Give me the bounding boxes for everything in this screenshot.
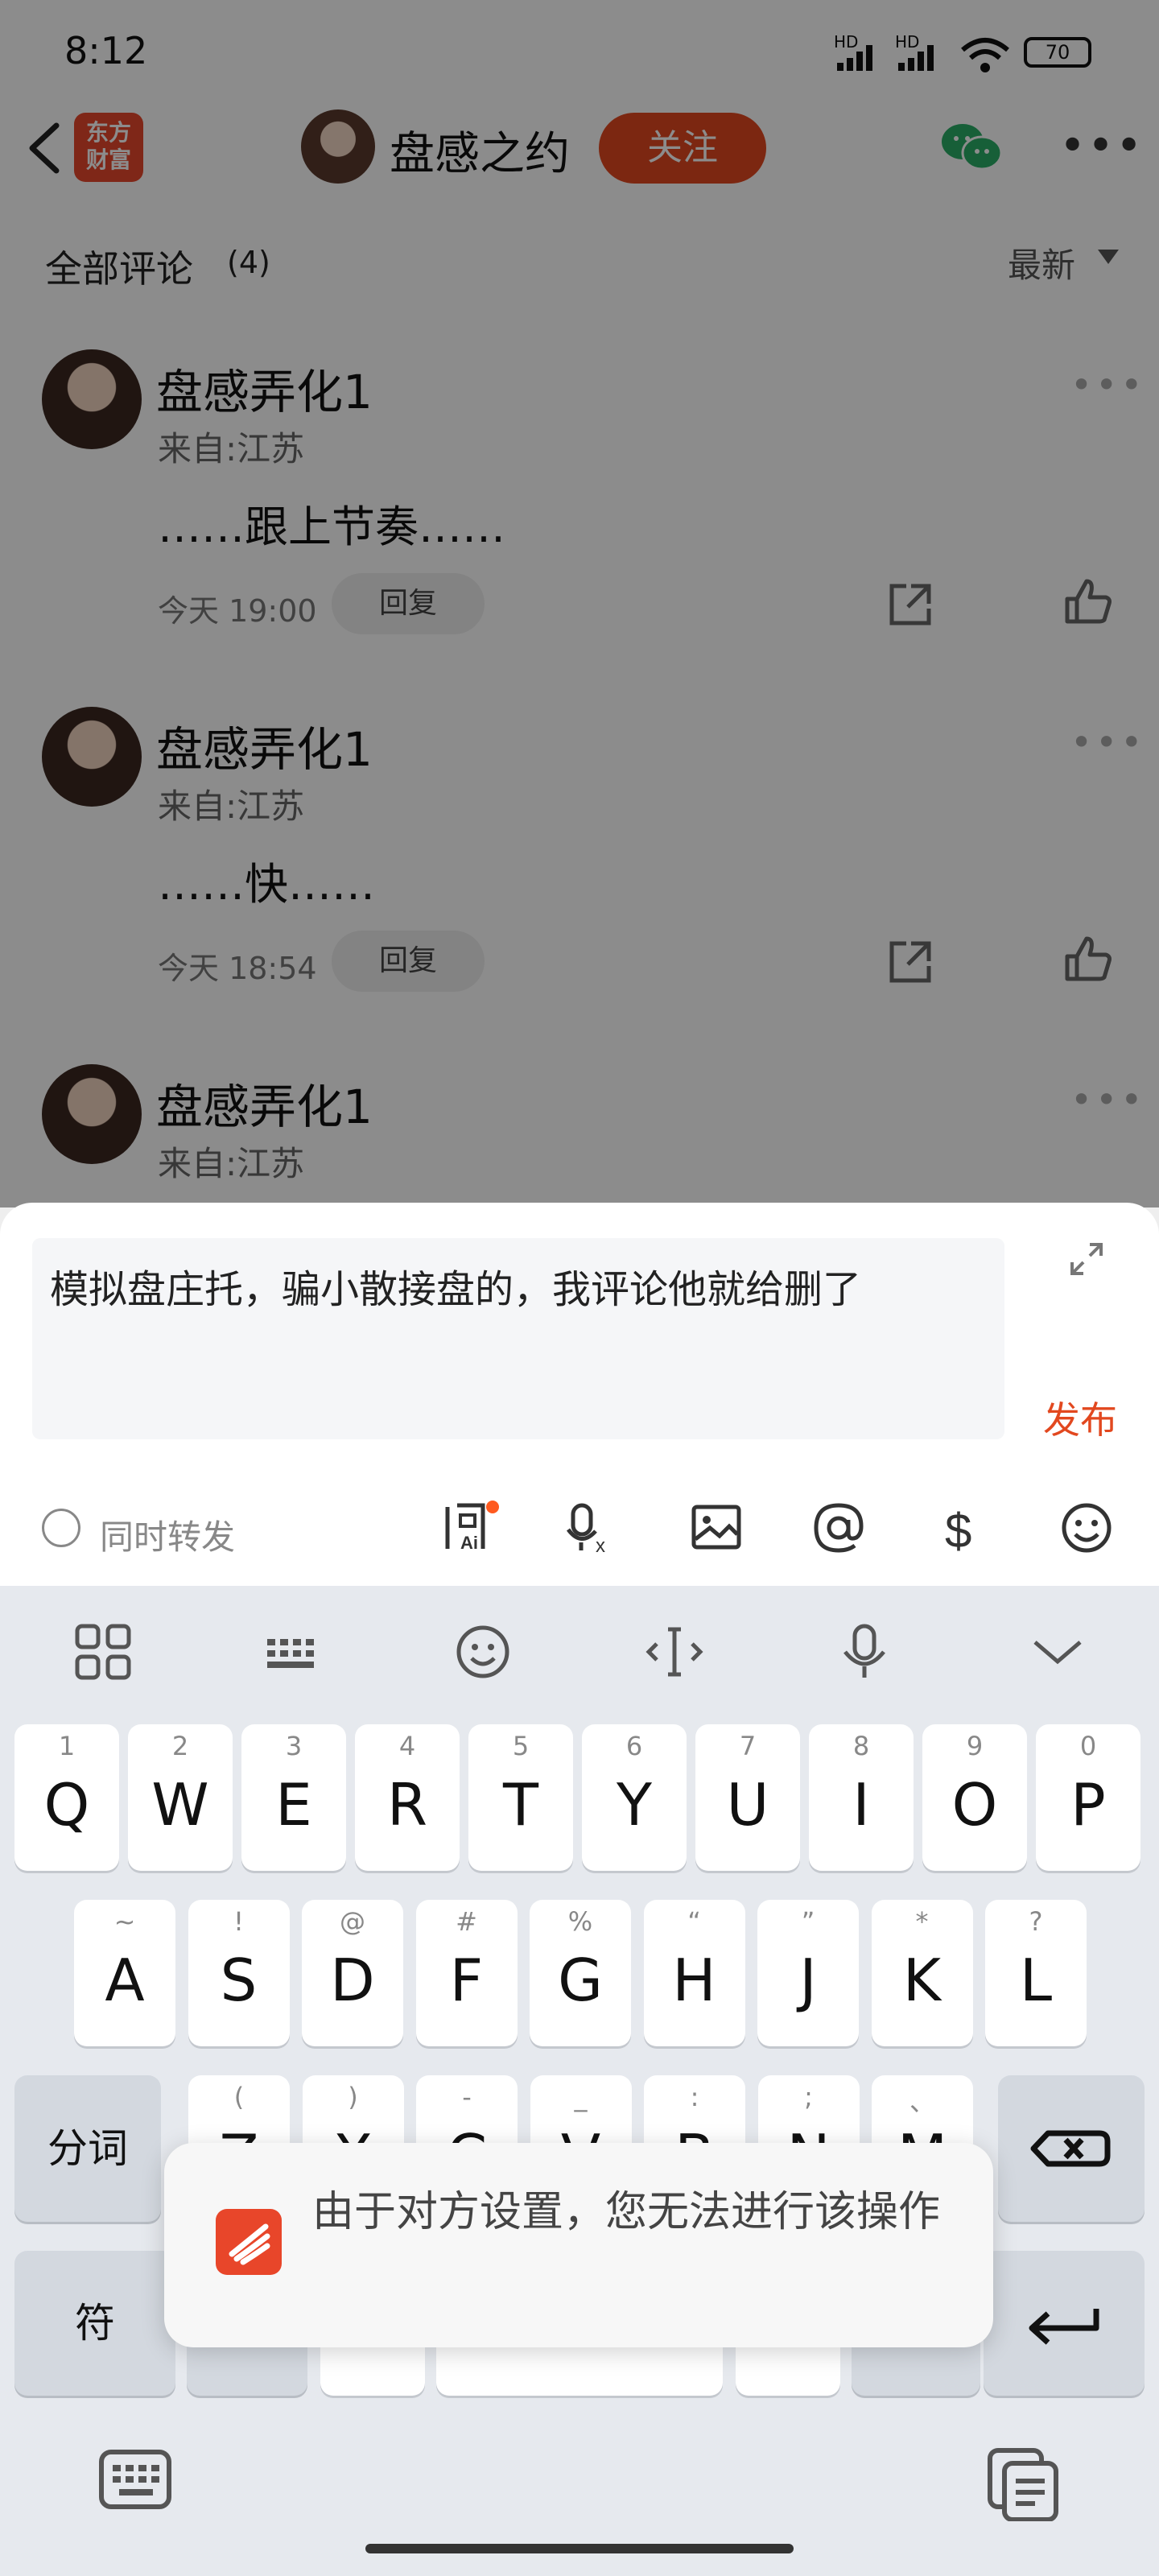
key-secondary-label: ~	[113, 1906, 136, 1937]
key-label: I	[852, 1771, 870, 1839]
key-label: D	[330, 1946, 375, 2014]
key-label: W	[151, 1771, 209, 1839]
publish-button[interactable]: 发布	[1043, 1391, 1117, 1444]
symbol-key[interactable]: 符	[14, 2251, 175, 2396]
key-secondary-label: 4	[398, 1731, 416, 1761]
key-secondary-label: %	[567, 1906, 593, 1937]
app-logo-icon	[216, 2209, 282, 2275]
at-icon[interactable]	[810, 1499, 868, 1557]
image-icon[interactable]	[687, 1499, 745, 1557]
key-s[interactable]: ! S	[188, 1900, 290, 2046]
key-label: K	[902, 1946, 942, 2014]
svg-text:Ai: Ai	[460, 1533, 478, 1553]
svg-text:x: x	[596, 1535, 605, 1557]
expand-icon[interactable]	[1067, 1240, 1106, 1278]
key-label: S	[220, 1946, 258, 2014]
home-indicator[interactable]	[365, 2544, 794, 2553]
segment-key[interactable]: 分词	[14, 2075, 161, 2222]
key-secondary-label: 6	[625, 1731, 643, 1761]
voice-to-text-icon[interactable]: x	[565, 1499, 623, 1557]
key-t[interactable]: 5T	[468, 1724, 573, 1871]
backspace-icon	[1030, 2130, 1111, 2167]
toast-message: 由于对方设置，您无法进行该操作	[312, 2188, 941, 2236]
key-f[interactable]: # F	[415, 1900, 518, 2046]
key-secondary-label: )	[348, 2082, 358, 2112]
key-label: O	[951, 1771, 998, 1839]
key-q[interactable]: 1Q	[14, 1724, 119, 1871]
svg-text:$: $	[945, 1504, 971, 1557]
key-secondary-label: 3	[285, 1731, 303, 1761]
key-p[interactable]: 0P	[1036, 1724, 1140, 1871]
clipboard-icon[interactable]	[987, 2447, 1061, 2521]
key-g[interactable]: % G	[530, 1900, 631, 2046]
backspace-key[interactable]	[998, 2075, 1145, 2222]
key-l[interactable]: ? L	[985, 1900, 1087, 2046]
key-label: J	[799, 1946, 817, 2014]
cursor-move-icon[interactable]	[644, 1621, 705, 1682]
dollar-icon[interactable]: $	[934, 1499, 992, 1557]
key-label: F	[449, 1946, 484, 2014]
key-secondary-label: (	[233, 2082, 245, 2112]
key-secondary-label: 7	[739, 1731, 757, 1761]
key-label: U	[726, 1771, 769, 1839]
key-secondary-label: @	[340, 1906, 365, 1937]
microphone-icon[interactable]	[834, 1621, 895, 1682]
key-r[interactable]: 4R	[355, 1724, 460, 1871]
key-secondary-label: 9	[966, 1731, 984, 1761]
key-secondary-label: ;	[804, 2082, 813, 2112]
key-secondary-label: “	[687, 1906, 701, 1937]
key-secondary-label: 5	[512, 1731, 530, 1761]
key-label: H	[672, 1946, 716, 2014]
repost-label[interactable]: 同时转发	[100, 1510, 235, 1559]
key-label: Y	[617, 1771, 652, 1839]
key-label: A	[105, 1946, 145, 2014]
key-secondary-label: ?	[1029, 1906, 1043, 1937]
key-secondary-label: ”	[801, 1906, 815, 1937]
key-label: L	[1019, 1946, 1053, 2014]
ai-ask-icon[interactable]: Ai	[441, 1499, 499, 1557]
key-secondary-label: 1	[58, 1731, 76, 1761]
key-label: E	[275, 1771, 312, 1839]
key-j[interactable]: ” J	[757, 1900, 859, 2046]
key-w[interactable]: 2W	[128, 1724, 233, 1871]
key-secondary-label: 0	[1079, 1731, 1097, 1761]
key-k[interactable]: * K	[871, 1900, 973, 2046]
key-h[interactable]: “H	[643, 1900, 745, 2046]
key-label: G	[558, 1946, 603, 2014]
key-secondary-label: !	[233, 1906, 244, 1937]
key-u[interactable]: 7U	[695, 1724, 800, 1871]
key-secondary-label: *	[915, 1906, 929, 1937]
enter-key[interactable]	[984, 2251, 1145, 2396]
key-i[interactable]: 8I	[809, 1724, 914, 1871]
key-secondary-label: -	[462, 2082, 472, 2112]
key-label: R	[386, 1771, 428, 1839]
keyboard-layout-icon[interactable]	[262, 1621, 324, 1682]
key-secondary-label: #	[456, 1906, 477, 1937]
key-o[interactable]: 9O	[922, 1724, 1027, 1871]
comment-input-text[interactable]: 模拟盘庄托，骗小散接盘的，我评论他就给删了	[50, 1257, 861, 1314]
key-e[interactable]: 3E	[241, 1724, 346, 1871]
key-label: T	[503, 1771, 538, 1839]
apps-grid-icon[interactable]	[72, 1621, 134, 1682]
comments-page: 8:12 HD HD 70 东方 财富 盘感之约 关注 ••• 全部评论 (4)…	[0, 0, 1159, 1208]
key-secondary-label: :	[690, 2082, 699, 2112]
keyboard-emoji-icon[interactable]	[452, 1621, 514, 1682]
key-secondary-label: _	[574, 2082, 588, 2112]
collapse-keyboard-icon[interactable]	[1027, 1621, 1088, 1682]
key-a[interactable]: ~ A	[74, 1900, 175, 2046]
dim-overlay[interactable]	[0, 0, 1159, 1208]
key-secondary-label: 2	[171, 1731, 189, 1761]
key-secondary-label: 、	[909, 2087, 935, 2117]
key-label: Q	[43, 1771, 90, 1839]
keyboard-switch-icon[interactable]	[98, 2447, 172, 2512]
key-y[interactable]: 6Y	[582, 1724, 687, 1871]
repost-checkbox[interactable]	[42, 1509, 80, 1547]
key-secondary-label: 8	[852, 1731, 870, 1761]
emoji-icon[interactable]	[1058, 1499, 1116, 1557]
key-d[interactable]: @ D	[302, 1900, 403, 2046]
key-label: P	[1070, 1771, 1106, 1839]
toast	[164, 2143, 993, 2347]
enter-icon	[1029, 2309, 1099, 2345]
